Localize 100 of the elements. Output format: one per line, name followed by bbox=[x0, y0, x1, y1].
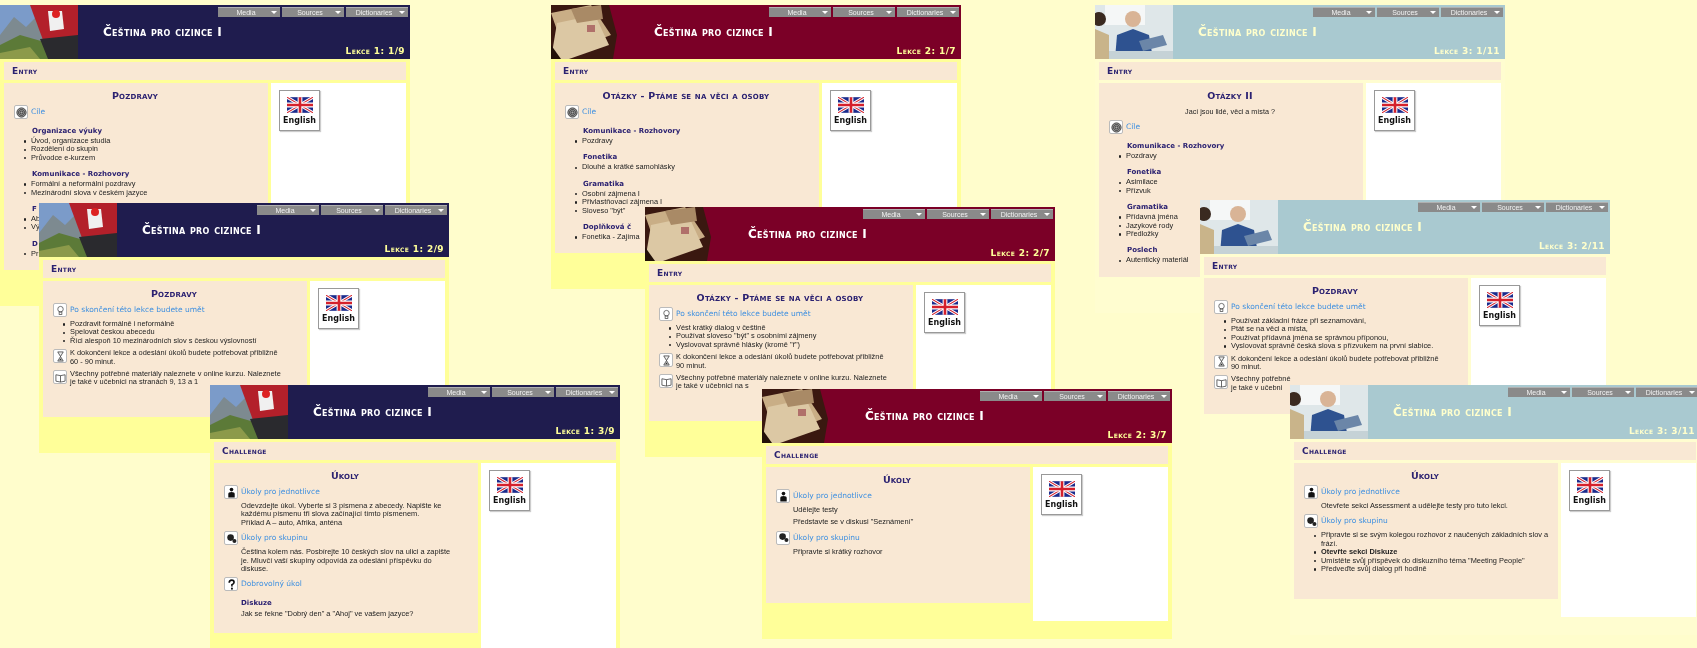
section-bar: Challenge bbox=[766, 446, 1168, 464]
caret-icon bbox=[609, 391, 615, 394]
caret-icon bbox=[271, 11, 277, 14]
english-button[interactable]: English bbox=[924, 292, 965, 333]
caret-icon bbox=[374, 209, 380, 212]
target-icon bbox=[14, 105, 28, 119]
people-icon bbox=[1304, 514, 1318, 529]
person-icon bbox=[224, 485, 238, 499]
page-heading: Úkoly bbox=[1410, 470, 1440, 481]
caret-icon bbox=[1535, 206, 1541, 209]
flag-icon bbox=[837, 96, 864, 113]
flag-icon bbox=[1486, 291, 1513, 308]
english-button[interactable]: English bbox=[830, 90, 871, 131]
lesson-counter: Lekce 3: 1/11 bbox=[1433, 46, 1500, 57]
caret-icon bbox=[1366, 11, 1372, 14]
flag-icon bbox=[931, 298, 958, 315]
site-title: Čeština pro cizince I bbox=[1393, 403, 1513, 421]
english-button[interactable]: English bbox=[1479, 285, 1520, 326]
english-button[interactable]: English bbox=[489, 470, 530, 511]
caret-icon bbox=[916, 213, 922, 216]
hourglass-icon bbox=[659, 353, 673, 368]
people-icon bbox=[224, 531, 238, 546]
caret-icon bbox=[1430, 11, 1436, 14]
people-icon bbox=[776, 530, 790, 545]
target-icon bbox=[565, 105, 579, 119]
caret-icon bbox=[335, 11, 341, 14]
section-bar: Challenge bbox=[1294, 442, 1696, 460]
caret-icon bbox=[1561, 391, 1567, 394]
book-icon bbox=[53, 370, 67, 385]
lesson-counter: Lekce 2: 3/7 bbox=[1107, 430, 1167, 441]
lesson-counter: Lekce 2: 1/7 bbox=[896, 46, 956, 57]
caret-icon bbox=[1471, 206, 1477, 209]
site-title: Čeština pro cizince I bbox=[1198, 23, 1318, 41]
page-heading: Pozdravy bbox=[150, 288, 198, 299]
caret-icon bbox=[980, 213, 986, 216]
site-title: Čeština pro cizince I bbox=[103, 23, 223, 41]
page-heading: Pozdravy bbox=[1311, 285, 1359, 296]
hourglass-icon bbox=[1214, 354, 1228, 369]
section-bar: Entry bbox=[4, 62, 406, 80]
caret-icon bbox=[1494, 11, 1500, 14]
caret-icon bbox=[1599, 206, 1605, 209]
lesson-counter: Lekce 3: 3/11 bbox=[1628, 426, 1695, 437]
lesson-counter: Lekce 3: 2/11 bbox=[1538, 241, 1605, 252]
section-bar: Entry bbox=[1099, 62, 1501, 80]
question-icon bbox=[224, 577, 238, 592]
lightbulb-icon bbox=[659, 307, 673, 321]
site-title: Čeština pro cizince I bbox=[1303, 218, 1423, 236]
caret-icon bbox=[1044, 213, 1050, 216]
flag-icon bbox=[1576, 476, 1603, 493]
flag-icon bbox=[325, 294, 352, 311]
book-icon bbox=[1214, 375, 1228, 390]
lesson-counter: Lekce 1: 3/9 bbox=[555, 426, 615, 437]
book-icon bbox=[659, 374, 673, 389]
english-button[interactable]: English bbox=[1041, 474, 1082, 515]
english-button[interactable]: English bbox=[1374, 90, 1415, 131]
page-heading: Otázky - Ptáme se na věci a osoby bbox=[602, 90, 770, 101]
caret-icon bbox=[1161, 395, 1167, 398]
english-button[interactable]: English bbox=[318, 288, 359, 329]
page-heading: Otázky II bbox=[1207, 90, 1253, 101]
site-title: Čeština pro cizince I bbox=[313, 403, 433, 421]
caret-icon bbox=[1033, 395, 1039, 398]
page-heading: Úkoly bbox=[330, 470, 360, 481]
lesson-counter: Lekce 1: 2/9 bbox=[384, 244, 444, 255]
target-icon bbox=[1109, 120, 1123, 134]
page-heading: Úkoly bbox=[882, 474, 912, 485]
site-title: Čeština pro cizince I bbox=[748, 225, 868, 243]
caret-icon bbox=[1097, 395, 1103, 398]
hourglass-icon bbox=[53, 349, 67, 364]
lightbulb-icon bbox=[53, 303, 67, 317]
caret-icon bbox=[438, 209, 444, 212]
caret-icon bbox=[545, 391, 551, 394]
section-bar: Challenge bbox=[214, 442, 616, 460]
flag-icon bbox=[1381, 96, 1408, 113]
flag-icon bbox=[496, 476, 523, 493]
site-title: Čeština pro cizince I bbox=[865, 407, 985, 425]
section-bar: Entry bbox=[649, 264, 1051, 282]
person-icon bbox=[1304, 485, 1318, 499]
english-button[interactable]: English bbox=[279, 90, 320, 131]
section-bar: Entry bbox=[43, 260, 445, 278]
caret-icon bbox=[1625, 391, 1631, 394]
caret-icon bbox=[399, 11, 405, 14]
caret-icon bbox=[886, 11, 892, 14]
caret-icon bbox=[310, 209, 316, 212]
caret-icon bbox=[822, 11, 828, 14]
caret-icon bbox=[950, 11, 956, 14]
site-title: Čeština pro cizince I bbox=[654, 23, 774, 41]
caret-icon bbox=[1689, 391, 1695, 394]
caret-icon bbox=[481, 391, 487, 394]
lesson-counter: Lekce 2: 2/7 bbox=[990, 248, 1050, 259]
flag-icon bbox=[286, 96, 313, 113]
site-title: Čeština pro cizince I bbox=[142, 221, 262, 239]
lightbulb-icon bbox=[1214, 300, 1228, 314]
flag-icon bbox=[1048, 480, 1075, 497]
lesson-counter: Lekce 1: 1/9 bbox=[345, 46, 405, 57]
section-bar: Entry bbox=[1204, 257, 1606, 275]
english-button[interactable]: English bbox=[1569, 470, 1610, 511]
page-heading: Otázky - Ptáme se na věci a osoby bbox=[696, 292, 864, 303]
person-icon bbox=[776, 489, 790, 503]
section-bar: Entry bbox=[555, 62, 957, 80]
page-heading: Pozdravy bbox=[111, 90, 159, 101]
